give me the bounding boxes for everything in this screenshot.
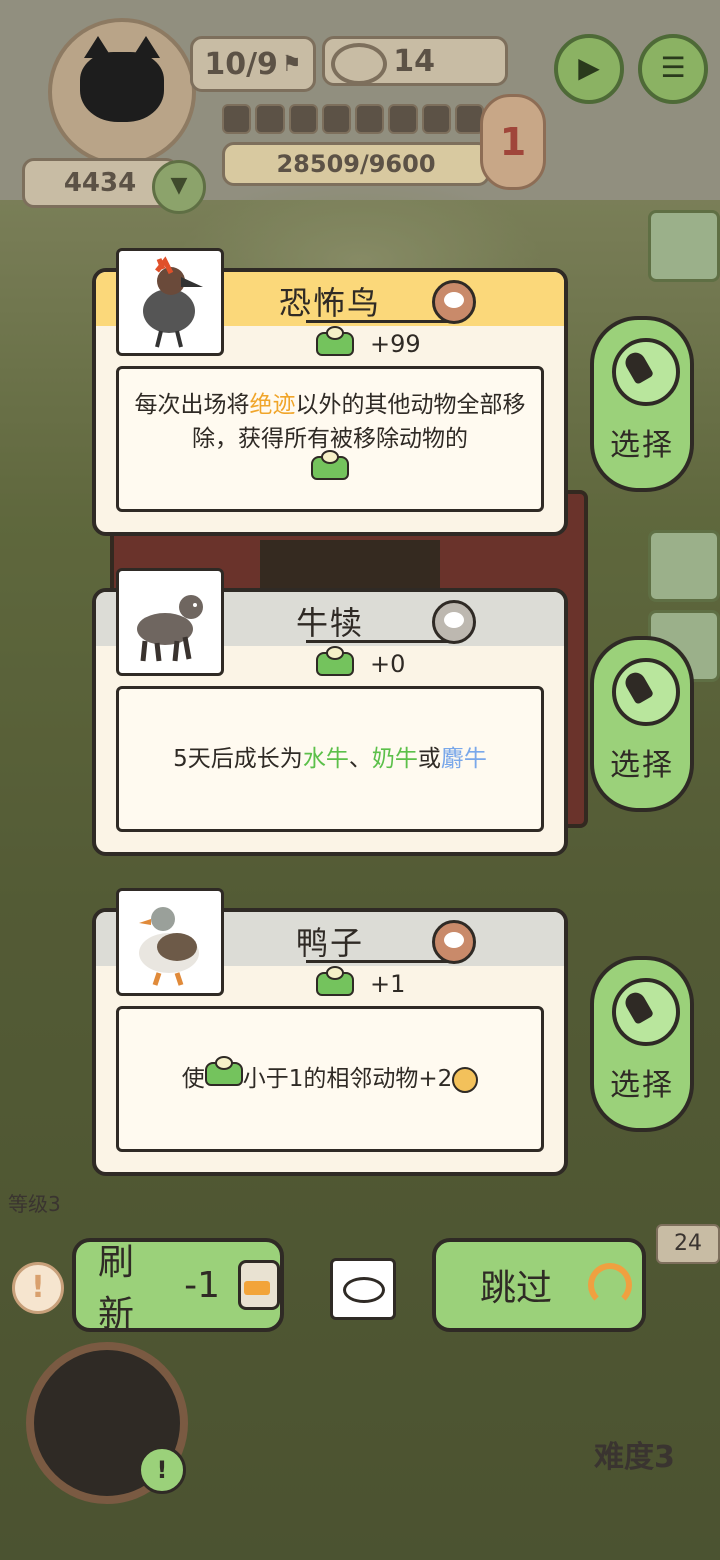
rarity-icon — [432, 280, 476, 324]
side-item-slot[interactable] — [648, 530, 720, 602]
food-bonus: +0 — [316, 646, 406, 678]
title-underline — [306, 960, 456, 963]
card-title: 牛犊 — [295, 604, 364, 642]
desc-text: 每次出场将 — [134, 392, 250, 418]
skip-label: 跳过 — [480, 1268, 553, 1309]
title-underline — [306, 640, 456, 643]
desc-keyword: 水牛 — [302, 746, 349, 772]
rarity-icon — [432, 600, 476, 644]
select-label: 选择 — [610, 428, 674, 463]
hand-icon — [612, 338, 680, 406]
list-icon: ☰ — [660, 51, 686, 84]
notice-icon[interactable]: ! — [138, 1446, 186, 1494]
refresh-button[interactable]: 刷新 -1 — [72, 1238, 284, 1335]
bonus-value: +0 — [370, 650, 406, 678]
food-icon — [311, 450, 349, 480]
desc-keyword: 麝牛 — [440, 746, 487, 772]
bonus-value: +99 — [370, 330, 421, 358]
side-item-slot[interactable] — [648, 210, 720, 282]
food-icon — [316, 646, 354, 676]
hand-icon — [612, 658, 680, 726]
stage-badge: 1 — [480, 94, 546, 190]
select-button[interactable]: 选择 — [590, 316, 694, 492]
progress-segment — [288, 104, 318, 134]
desc-text: 使 — [181, 1066, 205, 1092]
day-text: 10/9 — [204, 46, 278, 82]
menu-button[interactable]: ☰ — [638, 34, 708, 104]
rarity-icon — [432, 920, 476, 964]
food-bonus: +99 — [316, 326, 421, 358]
can-counter: 14 — [322, 36, 508, 86]
progress-bar — [222, 104, 484, 134]
paw-icon — [452, 1066, 479, 1093]
select-label: 选择 — [610, 748, 674, 783]
can-count: 14 — [393, 43, 435, 79]
food-icon — [316, 326, 354, 356]
desc-text: 小于1的相邻动物+2 — [242, 1066, 453, 1092]
progress-segment — [355, 104, 385, 134]
progress-segment — [421, 104, 451, 134]
progress-segment — [222, 104, 252, 134]
desc-text: 5天后成长为 — [173, 746, 303, 772]
animal-card: 鸭子 +1 使 小于1的相邻动物+2 — [92, 888, 568, 1176]
black-cat-icon — [80, 36, 164, 122]
desc-keyword: 奶牛 — [371, 746, 418, 772]
day-counter: 10/9 ⚑ — [190, 36, 316, 92]
card-title: 鸭子 — [295, 924, 364, 962]
redo-arrow-icon — [588, 1263, 633, 1307]
level-label: 等级3 — [8, 1192, 61, 1216]
flag-icon: ⚑ — [281, 51, 302, 77]
animal-card: 恐怖鸟 +99 每次出场将绝迹以外的其他动物全部移除，获得所有被移除动物的 — [92, 248, 568, 536]
can-icon — [238, 1260, 280, 1310]
bonus-value: +1 — [370, 970, 406, 998]
difficulty-label: 难度3 — [594, 1440, 675, 1475]
can-icon — [331, 43, 387, 85]
xp-counter: 28509/9600 — [222, 142, 490, 186]
progress-segment — [388, 104, 418, 134]
card-description: 使 小于1的相邻动物+2 — [116, 1006, 544, 1152]
card-description: 每次出场将绝迹以外的其他动物全部移除，获得所有被移除动物的 — [116, 366, 544, 512]
heart-icon[interactable]: ▼ — [152, 160, 206, 214]
refresh-cost: -1 — [184, 1264, 221, 1306]
desc-keyword: 绝迹 — [249, 392, 296, 418]
refresh-label: 刷新 — [98, 1242, 135, 1335]
select-button[interactable]: 选择 — [590, 956, 694, 1132]
play-button[interactable]: ▶ — [554, 34, 624, 104]
card-title: 恐怖鸟 — [278, 284, 381, 322]
hand-icon — [612, 978, 680, 1046]
card-description: 5天后成长为水牛、奶牛或麝牛 — [116, 686, 544, 832]
play-icon: ▶ — [578, 51, 600, 84]
progress-segment — [255, 104, 285, 134]
select-label: 选择 — [610, 1068, 674, 1103]
title-underline — [306, 320, 456, 323]
alert-button[interactable]: ! — [12, 1262, 64, 1314]
food-icon — [204, 1056, 243, 1086]
side-counter: 24 — [656, 1224, 720, 1264]
desc-text: 、 — [348, 746, 372, 772]
progress-segment — [321, 104, 351, 134]
select-button[interactable]: 选择 — [590, 636, 694, 812]
player-avatar[interactable] — [48, 18, 196, 166]
food-bonus: +1 — [316, 966, 406, 998]
desc-text: 或 — [417, 746, 441, 772]
eye-toggle-button[interactable] — [330, 1258, 396, 1320]
skip-button[interactable]: 跳过 — [432, 1238, 646, 1332]
animal-card: 牛犊 +0 5天后成长为水牛、奶牛或麝牛 — [92, 568, 568, 856]
food-icon — [316, 966, 354, 996]
